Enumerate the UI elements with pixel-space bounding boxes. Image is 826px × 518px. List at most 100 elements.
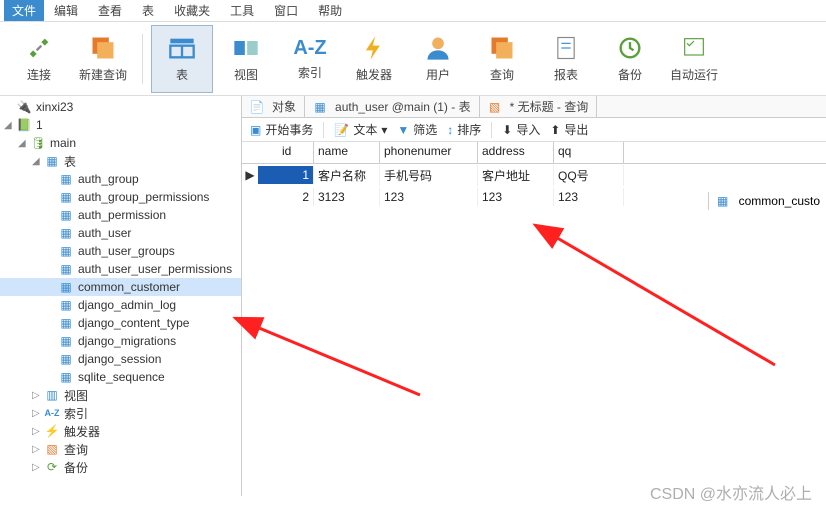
- tree-connection[interactable]: 🔌 xinxi23: [0, 98, 241, 116]
- tree-table-label: auth_permission: [78, 208, 166, 222]
- tree-backups[interactable]: ▷⟳ 备份: [0, 458, 241, 476]
- cell-id[interactable]: 1: [258, 166, 314, 184]
- col-name[interactable]: name: [314, 142, 380, 163]
- newquery-icon: [89, 34, 117, 62]
- cell-id[interactable]: 2: [258, 188, 314, 206]
- ribbon-newquery[interactable]: 新建查询: [72, 25, 134, 93]
- chevron-down-icon: ▾: [381, 123, 387, 137]
- btn-filter[interactable]: ▼ 筛选: [397, 121, 437, 138]
- ribbon-autorun-label: 自动运行: [670, 66, 718, 83]
- tree-schema[interactable]: ◢🛢 main: [0, 134, 241, 152]
- cell-name[interactable]: 3123: [314, 188, 380, 206]
- tree-table-auth_permission[interactable]: ▦auth_permission: [0, 206, 241, 224]
- ribbon-user-label: 用户: [426, 66, 450, 83]
- tree-tables-folder[interactable]: ◢▦ 表: [0, 152, 241, 170]
- tree-table-common_customer[interactable]: ▦common_customer: [0, 278, 241, 296]
- tree-table-django_content_type[interactable]: ▦django_content_type: [0, 314, 241, 332]
- tree-table-auth_group[interactable]: ▦auth_group: [0, 170, 241, 188]
- menu-view[interactable]: 查看: [88, 0, 132, 21]
- tab-untitled-label: * 无标题 - 查询: [510, 98, 589, 115]
- db-icon: 📗: [16, 118, 32, 132]
- tree-views[interactable]: ▷▥ 视图: [0, 386, 241, 404]
- tree-table-auth_user_user_permissions[interactable]: ▦auth_user_user_permissions: [0, 260, 241, 278]
- tree-table-label: django_session: [78, 352, 161, 366]
- tab-auth-user-label: auth_user @main (1) - 表: [335, 98, 471, 115]
- grid-header: id name phonenumer address qq: [242, 142, 826, 164]
- table-row[interactable]: 23123123123123: [242, 186, 826, 208]
- tables-icon: ▦: [44, 154, 60, 168]
- ribbon-connect[interactable]: 连接: [8, 25, 70, 93]
- tree-db-label: 1: [36, 118, 43, 132]
- cell-address[interactable]: 客户地址: [478, 165, 554, 186]
- cell-phone[interactable]: 手机号码: [380, 165, 478, 186]
- tree-table-django_admin_log[interactable]: ▦django_admin_log: [0, 296, 241, 314]
- ribbon-table[interactable]: 表: [151, 25, 213, 93]
- cell-qq[interactable]: QQ号: [554, 165, 624, 186]
- tab-untitled[interactable]: ▧ * 无标题 - 查询: [480, 96, 598, 117]
- menu-edit[interactable]: 编辑: [44, 0, 88, 21]
- tree-table-label: auth_user_user_permissions: [78, 262, 232, 276]
- menu-tools[interactable]: 工具: [220, 0, 264, 21]
- ribbon-autorun[interactable]: 自动运行: [663, 25, 725, 93]
- btn-text[interactable]: 📝 文本 ▾: [334, 121, 387, 138]
- table-icon: ▦: [58, 316, 74, 330]
- cell-qq[interactable]: 123: [554, 188, 624, 206]
- btn-sort[interactable]: ↕ 排序: [447, 121, 481, 138]
- tree-table-django_migrations[interactable]: ▦django_migrations: [0, 332, 241, 350]
- tree-table-django_session[interactable]: ▦ django_session: [0, 350, 241, 368]
- object-icon: 📄: [250, 100, 264, 114]
- cell-phone[interactable]: 123: [380, 188, 478, 206]
- ribbon-query[interactable]: 查询: [471, 25, 533, 93]
- menu-favorites[interactable]: 收藏夹: [164, 0, 220, 21]
- az-icon: A-Z: [293, 37, 326, 60]
- table-icon: ▦: [58, 370, 74, 384]
- table-row[interactable]: ▶1客户名称手机号码客户地址QQ号: [242, 164, 826, 186]
- col-address[interactable]: address: [478, 142, 554, 163]
- table-icon: ▦: [58, 298, 74, 312]
- filter-icon: ▼: [397, 123, 409, 137]
- ribbon-view-label: 视图: [234, 66, 258, 83]
- tree-indexes[interactable]: ▷A-Z 索引: [0, 404, 241, 422]
- tree-trigger-label: 触发器: [64, 423, 100, 440]
- tree-table-label: auth_user: [78, 226, 131, 240]
- col-qq[interactable]: qq: [554, 142, 624, 163]
- btn-sort-label: 排序: [457, 121, 481, 138]
- col-id[interactable]: id: [258, 142, 314, 163]
- ribbon-index[interactable]: A-Z 索引: [279, 25, 341, 93]
- tree-table-auth_user[interactable]: ▦auth_user: [0, 224, 241, 242]
- tree-queries[interactable]: ▷▧ 查询: [0, 440, 241, 458]
- tab-object[interactable]: 📄 对象: [242, 96, 305, 117]
- menu-table[interactable]: 表: [132, 0, 164, 21]
- btn-begin-transaction[interactable]: ▣ 开始事务: [250, 121, 313, 138]
- tree-table-auth_user_groups[interactable]: ▦auth_user_groups: [0, 242, 241, 260]
- ribbon-user[interactable]: 用户: [407, 25, 469, 93]
- ribbon-trigger-label: 触发器: [356, 66, 392, 83]
- tree-table-auth_group_permissions[interactable]: ▦auth_group_permissions: [0, 188, 241, 206]
- sidebar: 🔌 xinxi23 ◢📗 1 ◢🛢 main ◢▦ 表 ▦auth_group▦…: [0, 96, 242, 496]
- tab-auth-user[interactable]: ▦ auth_user @main (1) - 表: [305, 96, 480, 117]
- ribbon-view[interactable]: 视图: [215, 25, 277, 93]
- watermark: CSDN @水亦流人必上: [650, 480, 812, 504]
- table-icon: ▦: [58, 244, 74, 258]
- tree-db[interactable]: ◢📗 1: [0, 116, 241, 134]
- tree-triggers[interactable]: ▷⚡ 触发器: [0, 422, 241, 440]
- query-icon: [488, 34, 516, 62]
- tree-tables-label: 表: [64, 153, 76, 170]
- btn-export[interactable]: ⬆ 导出: [550, 121, 588, 138]
- ribbon-backup[interactable]: 备份: [599, 25, 661, 93]
- cell-address[interactable]: 123: [478, 188, 554, 206]
- col-phone[interactable]: phonenumer: [380, 142, 478, 163]
- menu-file[interactable]: 文件: [4, 0, 44, 21]
- menu-help[interactable]: 帮助: [308, 0, 352, 21]
- table-icon: ▦: [58, 172, 74, 186]
- ribbon-report[interactable]: 报表: [535, 25, 597, 93]
- ribbon-trigger[interactable]: 触发器: [343, 25, 405, 93]
- user-icon: [424, 34, 452, 62]
- table-icon: ▦: [58, 352, 74, 366]
- connection-icon: 🔌: [16, 100, 32, 114]
- btn-import[interactable]: ⬇ 导入: [502, 121, 540, 138]
- tree-table-sqlite_sequence[interactable]: ▦sqlite_sequence: [0, 368, 241, 386]
- cell-name[interactable]: 客户名称: [314, 165, 380, 186]
- ribbon-query-label: 查询: [490, 66, 514, 83]
- menu-window[interactable]: 窗口: [264, 0, 308, 21]
